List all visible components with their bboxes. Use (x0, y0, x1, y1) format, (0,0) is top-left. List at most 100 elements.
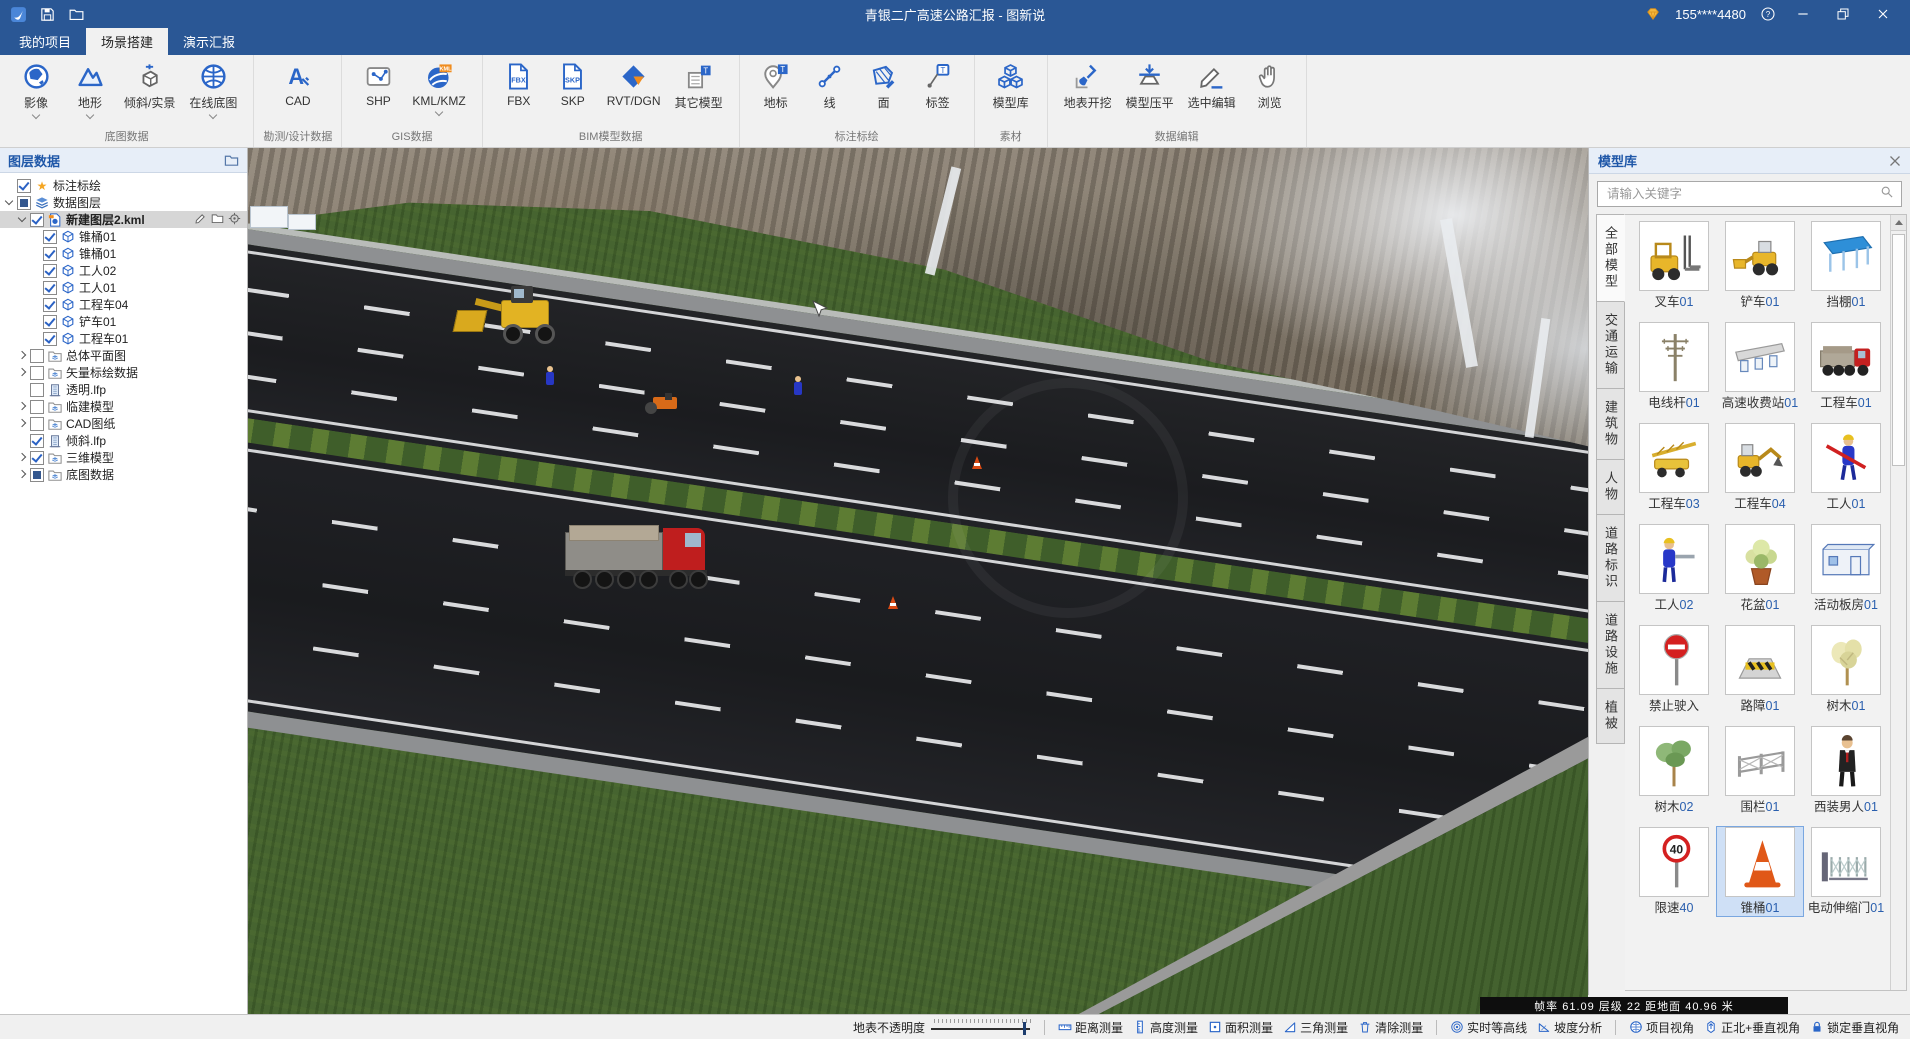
vip-icon[interactable] (1645, 6, 1661, 22)
ribbon-button[interactable]: T地标 (749, 58, 803, 111)
model-card[interactable]: 工程车04 (1717, 423, 1803, 512)
viewport-3d[interactable] (248, 148, 1588, 1014)
toolbar-button[interactable]: 正北+垂直视角 (1704, 1019, 1800, 1036)
close-icon[interactable] (1889, 155, 1901, 167)
tree-row[interactable]: 铲车01 (0, 313, 247, 330)
edit-icon[interactable] (194, 212, 207, 228)
ribbon-button[interactable]: 面 (857, 58, 911, 111)
account-label[interactable]: 155****4480 (1675, 7, 1746, 22)
ribbon-button[interactable]: 地形 (63, 58, 117, 119)
ribbon-button[interactable]: KMLKML/KMZ (405, 58, 472, 116)
scrollbar-thumb[interactable] (1892, 234, 1905, 466)
ribbon-button[interactable]: T其它模型 (668, 58, 730, 111)
tree-checkbox[interactable] (43, 332, 57, 346)
worker-model[interactable] (545, 366, 555, 386)
slider-track[interactable] (931, 1028, 1030, 1030)
ribbon-button[interactable]: 倾斜/实景 (117, 58, 182, 111)
model-card[interactable]: 禁止驶入 (1631, 625, 1717, 714)
tree-checkbox[interactable] (43, 264, 57, 278)
model-card[interactable]: 工人02 (1631, 524, 1717, 613)
model-card[interactable]: 活动板房01 (1803, 524, 1889, 613)
tree-row[interactable]: 数据图层 (0, 194, 247, 211)
dump-truck-model[interactable] (565, 516, 715, 602)
tree-checkbox[interactable] (43, 315, 57, 329)
traffic-cone-model[interactable] (888, 596, 898, 609)
worker-model[interactable] (793, 376, 803, 396)
tree-row[interactable]: 工人02 (0, 262, 247, 279)
tree-checkbox[interactable] (43, 298, 57, 312)
model-card[interactable]: 电线杆01 (1631, 322, 1717, 411)
model-card[interactable]: 电动伸缩门01 (1803, 827, 1889, 916)
model-card[interactable]: 路障01 (1717, 625, 1803, 714)
save-icon[interactable] (39, 6, 56, 23)
tree-checkbox[interactable] (17, 179, 31, 193)
tree-expand-arrow[interactable] (17, 418, 28, 429)
model-card[interactable]: 工程车03 (1631, 423, 1717, 512)
scroll-up-icon[interactable] (1891, 215, 1906, 231)
model-card[interactable]: 工人01 (1803, 423, 1889, 512)
tree-row[interactable]: 工人01 (0, 279, 247, 296)
model-card[interactable]: 挡棚01 (1803, 221, 1889, 310)
tree-expand-arrow[interactable] (17, 401, 28, 412)
tree-checkbox[interactable] (30, 434, 44, 448)
tree-expand-arrow[interactable] (17, 367, 28, 378)
tree-checkbox[interactable] (30, 366, 44, 380)
tree-expand-arrow[interactable] (17, 350, 28, 361)
tree-checkbox[interactable] (30, 400, 44, 414)
toolbar-button[interactable]: 高度测量 (1133, 1019, 1198, 1036)
restore-button[interactable] (1830, 3, 1856, 25)
ribbon-button[interactable]: 模型库 (984, 58, 1038, 111)
tree-row[interactable]: 底图数据 (0, 466, 247, 483)
tree-expand-arrow[interactable] (17, 452, 28, 463)
tree-expand-arrow[interactable] (17, 214, 28, 225)
tree-checkbox[interactable] (17, 196, 31, 210)
road-roller-model[interactable] (645, 393, 679, 415)
chevron-down-icon[interactable] (32, 112, 40, 119)
tree-row[interactable]: 临建模型 (0, 398, 247, 415)
ribbon-button[interactable]: 选中编辑 (1181, 58, 1243, 111)
locate-icon[interactable] (228, 212, 241, 228)
tree-row[interactable]: 锥桶01 (0, 228, 247, 245)
tree-checkbox[interactable] (30, 468, 44, 482)
app-logo-icon[interactable] (10, 6, 27, 23)
ribbon-button[interactable]: 地表开挖 (1057, 58, 1119, 111)
model-card[interactable]: 工程车01 (1803, 322, 1889, 411)
traffic-cone-model[interactable] (972, 456, 982, 469)
open-folder-icon[interactable] (68, 6, 85, 23)
search-icon[interactable] (1880, 185, 1894, 204)
tree-row[interactable]: 工程车04 (0, 296, 247, 313)
model-category-tab[interactable]: 全部模型 (1596, 214, 1625, 302)
ribbon-button[interactable]: T标签 (911, 58, 965, 111)
ribbon-button[interactable]: 模型压平 (1119, 58, 1181, 111)
tree-checkbox[interactable] (43, 281, 57, 295)
scrollbar[interactable] (1890, 215, 1906, 990)
menu-tab[interactable]: 场景搭建 (86, 28, 168, 55)
tree-row[interactable]: 新建图层2.kml (0, 211, 247, 228)
ribbon-button[interactable]: SKPSKP (546, 58, 600, 108)
tree-expand-arrow[interactable] (4, 197, 15, 208)
model-card[interactable]: 铲车01 (1717, 221, 1803, 310)
tree-row[interactable]: 透明.lfp (0, 381, 247, 398)
help-icon[interactable]: ? (1760, 6, 1776, 22)
model-card[interactable]: 树木01 (1803, 625, 1889, 714)
toolbar-button[interactable]: 项目视角 (1629, 1019, 1694, 1036)
tree-row[interactable]: 总体平面图 (0, 347, 247, 364)
ribbon-button[interactable]: RVT/DGN (600, 58, 668, 108)
model-card[interactable]: 围栏01 (1717, 726, 1803, 815)
ribbon-button[interactable]: ACAD (271, 58, 325, 108)
tree-row[interactable]: 倾斜.lfp (0, 432, 247, 449)
model-category-tab[interactable]: 人物 (1596, 460, 1625, 515)
chevron-down-icon[interactable] (435, 109, 443, 116)
minimize-button[interactable] (1790, 3, 1816, 25)
tree-checkbox[interactable] (43, 247, 57, 261)
model-card[interactable]: 花盆01 (1717, 524, 1803, 613)
wheel-loader-model[interactable] (455, 280, 565, 348)
toolbar-button[interactable]: 实时等高线 (1450, 1019, 1527, 1036)
slider-thumb[interactable] (1023, 1022, 1026, 1035)
model-card[interactable]: 40限速40 (1631, 827, 1717, 916)
model-category-tab[interactable]: 植被 (1596, 689, 1625, 744)
tree-row[interactable]: 锥桶01 (0, 245, 247, 262)
model-card[interactable]: 叉车01 (1631, 221, 1717, 310)
tree-checkbox[interactable] (30, 451, 44, 465)
model-card[interactable]: 树木02 (1631, 726, 1717, 815)
